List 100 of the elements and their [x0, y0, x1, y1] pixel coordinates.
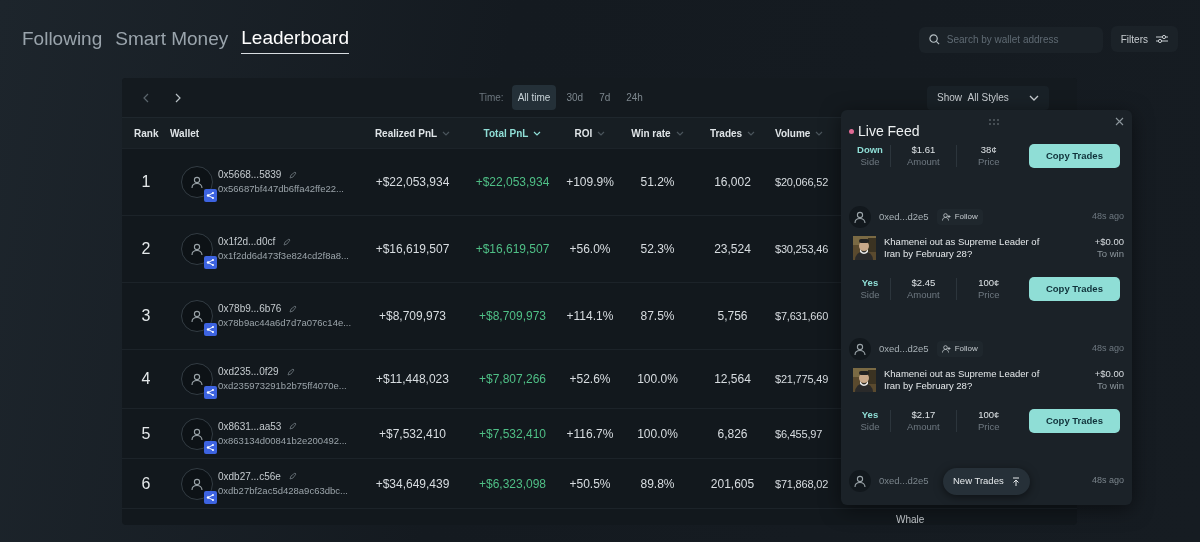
live-dot [849, 128, 854, 134]
sortable-column-header[interactable]: Realized PnL [374, 127, 451, 139]
sliders-icon [1156, 34, 1168, 44]
chain-badge-icon [204, 386, 217, 399]
drag-handle-icon[interactable] [989, 119, 999, 125]
column-header: Rank [134, 127, 159, 139]
trade-side: Yes [860, 408, 880, 421]
roi-value: +50.5% [568, 475, 612, 493]
style-dropdown[interactable]: Show All Styles [927, 85, 1049, 110]
market-question: Khamenei out as Supreme Leader of Iran by February 28? [884, 236, 1041, 261]
pencil-icon[interactable] [289, 170, 298, 179]
nav-tab[interactable]: Following [22, 24, 103, 55]
sort-chevron-icon [815, 131, 824, 137]
wallet-address: 0x863134d00841b2e200492... [218, 433, 347, 448]
time-label: Time: [479, 91, 504, 105]
arrow-up-icon [1011, 476, 1020, 487]
total-pnl: +$22,053,934 [474, 174, 551, 191]
roi-value: +52.6% [568, 371, 612, 388]
wallet-name[interactable]: 0x78b9...6b76 [218, 301, 282, 317]
volume-value: $30,253,46 [775, 243, 829, 255]
wallet-name[interactable]: 0x5668...5839 [218, 167, 282, 183]
to-win-label: To win [1096, 248, 1124, 261]
user-address[interactable]: 0xed...d2e5 [879, 473, 929, 489]
rank-number: 1 [140, 172, 152, 192]
follow-button[interactable]: Follow [936, 209, 983, 225]
sortable-column-header[interactable]: Trades [709, 127, 756, 139]
chain-badge-icon [204, 189, 217, 202]
close-icon[interactable] [1115, 117, 1124, 126]
column-header: Wallet [170, 127, 200, 139]
wallet-name[interactable]: 0xd235...0f29 [218, 364, 279, 380]
stat-label: Price [976, 420, 1001, 433]
time-option[interactable]: 30d [560, 85, 590, 110]
style-tag: Whale [896, 512, 925, 527]
sortable-column-header[interactable]: ROI [574, 127, 606, 139]
total-pnl: +$8,709,973 [477, 308, 548, 325]
wallet-address: 0xdb27bf2ac5d428a9c63dbc... [218, 483, 348, 498]
chevron-left-icon [142, 93, 150, 104]
time-ago: 48s ago [1091, 342, 1124, 356]
sortable-column-header[interactable]: Volume [775, 127, 824, 139]
trade-price: 100¢ [977, 408, 1001, 421]
copy-trades-button[interactable]: Copy Trades [1028, 276, 1120, 301]
person-icon [190, 426, 204, 441]
pencil-icon[interactable] [289, 304, 298, 313]
trade-count: 6,826 [716, 425, 749, 443]
trade-count: 23,524 [713, 241, 752, 258]
chain-badge-icon [204, 440, 217, 454]
wallet-name[interactable]: 0xdb27...c56e [218, 468, 281, 484]
person-icon [190, 372, 204, 386]
nav-tab[interactable]: Smart Money [115, 24, 229, 55]
roi-value: +116.7% [565, 425, 615, 443]
chain-badge-icon [204, 256, 217, 269]
wallet-address: 0x56687bf447db6ffa42ffe22... [218, 182, 344, 197]
time-ago: 48s ago [1091, 474, 1124, 488]
wallet-name[interactable]: 0x1f2d...d0cf [218, 234, 276, 250]
market-question: Khamenei out as Supreme Leader of Iran by February 28? [884, 368, 1041, 393]
follow-button[interactable]: Follow [936, 341, 983, 357]
trade-price: 100¢ [977, 276, 1001, 289]
trade-amount: $2.17 [910, 408, 937, 421]
new-trades-button[interactable]: New Trades [943, 468, 1030, 495]
user-address[interactable]: 0xed...d2e5 [879, 209, 929, 225]
volume-value: $21,775,49 [775, 373, 829, 385]
roi-value: +109.9% [565, 174, 615, 191]
pencil-icon[interactable] [288, 472, 297, 481]
sortable-column-header[interactable]: Win rate [631, 127, 684, 139]
stat-label: Price [976, 288, 1001, 301]
stat-label: Amount [906, 156, 941, 168]
person-icon [190, 242, 204, 256]
stat-label: Side [859, 420, 881, 433]
time-option[interactable]: 24h [620, 85, 649, 110]
total-pnl: +$6,323,098 [477, 475, 548, 493]
stat-label: Amount [906, 288, 941, 301]
volume-value: $71,868,02 [775, 477, 829, 490]
roi-value: +114.1% [565, 308, 615, 325]
realized-pnl: +$22,053,934 [374, 174, 451, 191]
user-address[interactable]: 0xed...d2e5 [879, 341, 929, 357]
wallet-address: 0x1f2dd6d473f3e824cd2f8a8... [218, 249, 349, 264]
realized-pnl: +$34,649,439 [374, 475, 451, 493]
time-option[interactable]: All time [511, 85, 557, 110]
nav-tab[interactable]: Leaderboard [241, 23, 349, 55]
sort-chevron-icon [533, 131, 542, 137]
pencil-icon[interactable] [289, 422, 298, 431]
time-option[interactable]: 7d [593, 85, 617, 110]
to-win-amount: +$0.00 [1094, 236, 1124, 249]
total-pnl: +$16,619,507 [474, 241, 551, 258]
copy-trades-button[interactable]: Copy Trades [1028, 144, 1120, 168]
trade-amount: $2.45 [910, 276, 937, 289]
win-rate: 87.5% [639, 308, 676, 325]
sortable-column-header[interactable]: Total PnL [483, 127, 542, 139]
search-field[interactable]: Search by wallet address [918, 26, 1103, 53]
pencil-icon[interactable] [286, 367, 295, 376]
add-user-icon [941, 213, 951, 221]
win-rate: 100.0% [636, 371, 679, 388]
total-pnl: +$7,532,410 [477, 425, 548, 443]
filters-button[interactable]: Filters [1110, 26, 1178, 52]
rank-number: 4 [140, 369, 152, 389]
sort-chevron-icon [675, 131, 684, 137]
pencil-icon[interactable] [283, 237, 292, 246]
wallet-name[interactable]: 0x8631...aa53 [218, 418, 282, 434]
copy-trades-button[interactable]: Copy Trades [1028, 408, 1120, 433]
person-icon [190, 476, 204, 491]
